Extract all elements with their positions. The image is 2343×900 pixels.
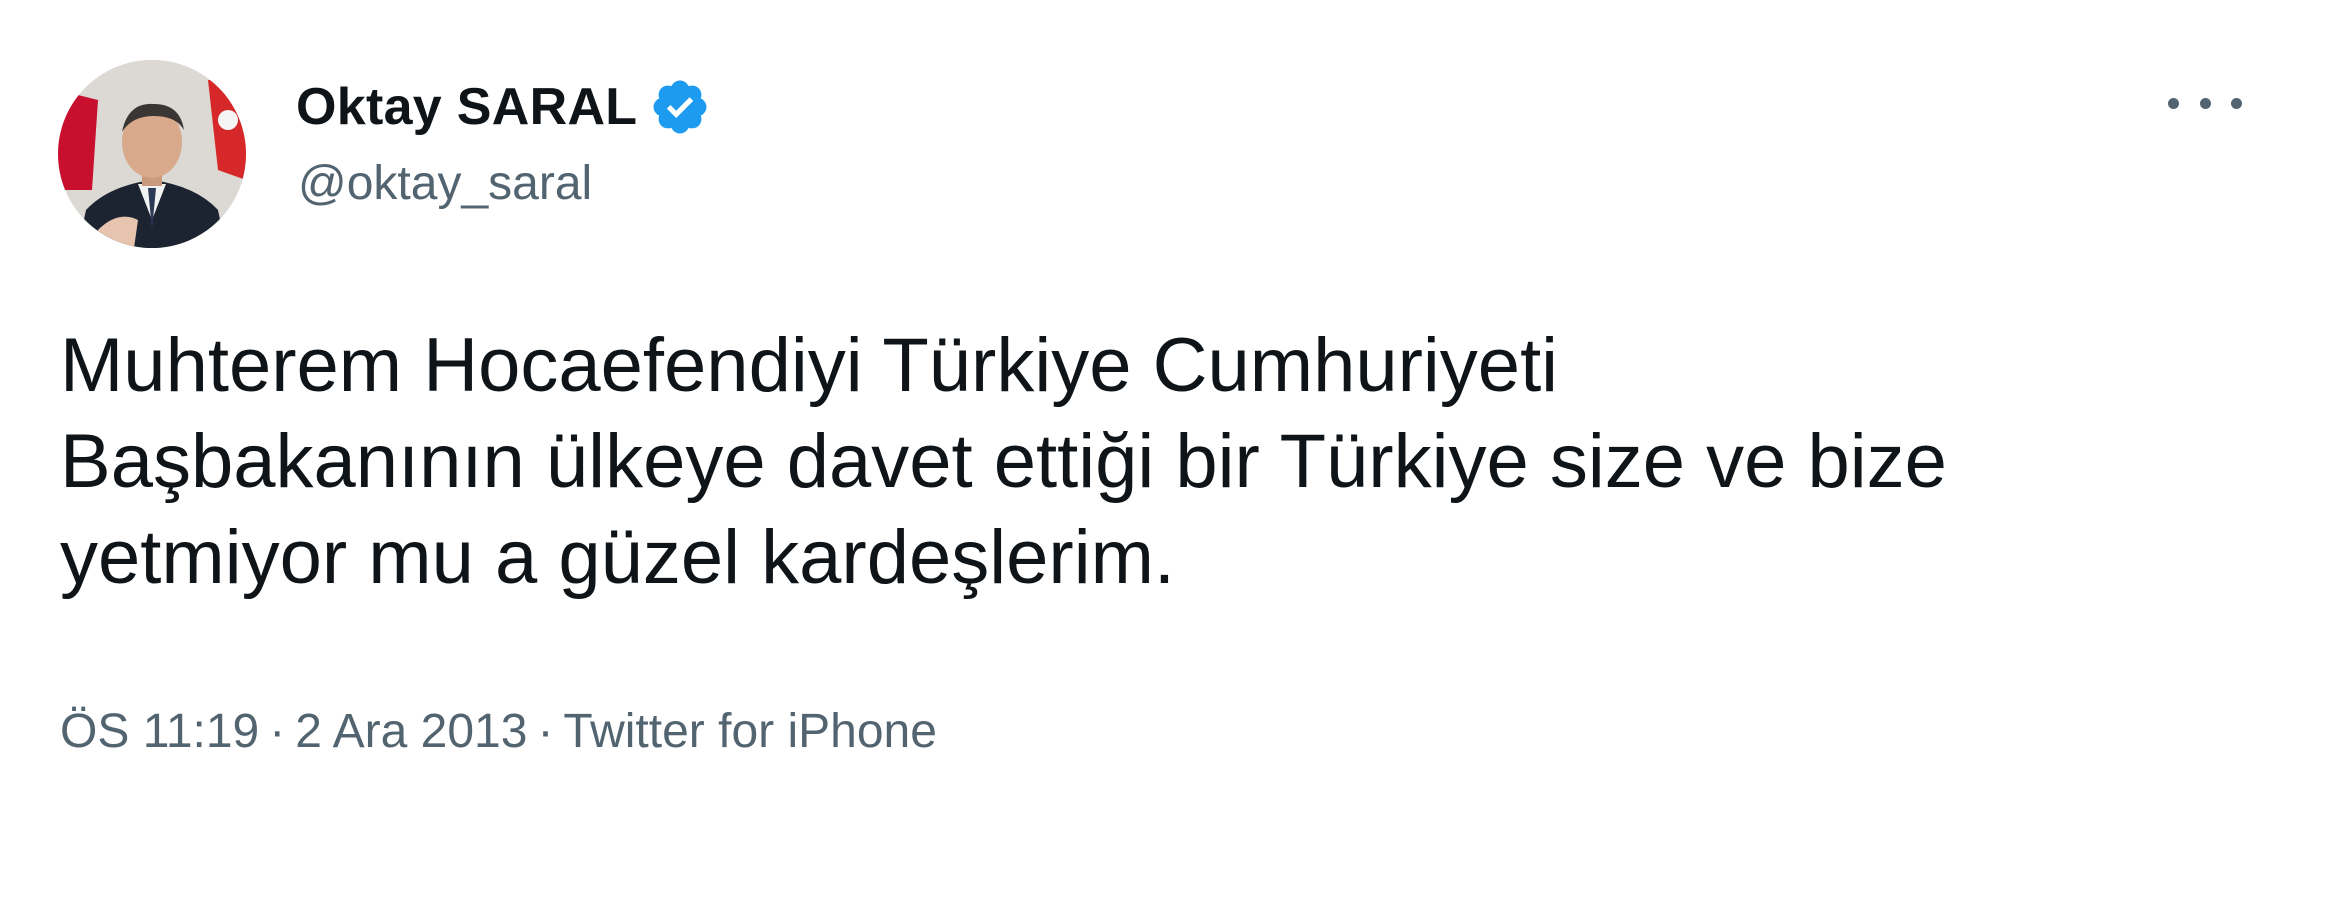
verified-badge-icon (649, 76, 711, 138)
tweet-date[interactable]: 2 Ara 2013 (295, 704, 527, 759)
more-dot-icon (2199, 97, 2211, 109)
more-options-button[interactable] (2168, 78, 2242, 128)
more-dot-icon (2168, 97, 2179, 109)
tweet-text-line: Muhterem Hocaefendiyi Türkiye Cumhuriyet… (60, 323, 1559, 408)
tweet-text-line: yetmiyor mu a güzel kardeşlerim. (60, 515, 1176, 600)
meta-separator: · (269, 705, 286, 758)
avatar[interactable] (58, 60, 246, 248)
tweet-text-line: Başbakanının ülkeye davet ettiği bir Tür… (60, 419, 1947, 504)
more-dot-icon (2231, 97, 2242, 109)
tweet-time[interactable]: ÖS 11:19 (60, 704, 259, 759)
avatar-image (58, 60, 246, 248)
author-handle[interactable]: @oktay_saral (298, 156, 592, 211)
tweet-text: Muhterem Hocaefendiyi Türkiye Cumhuriyet… (60, 318, 2280, 606)
tweet-source[interactable]: Twitter for iPhone (563, 704, 937, 759)
author-name-row: Oktay SARAL (296, 72, 711, 142)
meta-separator: · (537, 705, 554, 758)
tweet-meta: ÖS 11:19 · 2 Ara 2013 · Twitter for iPho… (60, 704, 937, 759)
author-display-name[interactable]: Oktay SARAL (296, 77, 637, 137)
tweet-card: Oktay SARAL @oktay_saral Muhterem Hocaef… (0, 0, 2343, 900)
